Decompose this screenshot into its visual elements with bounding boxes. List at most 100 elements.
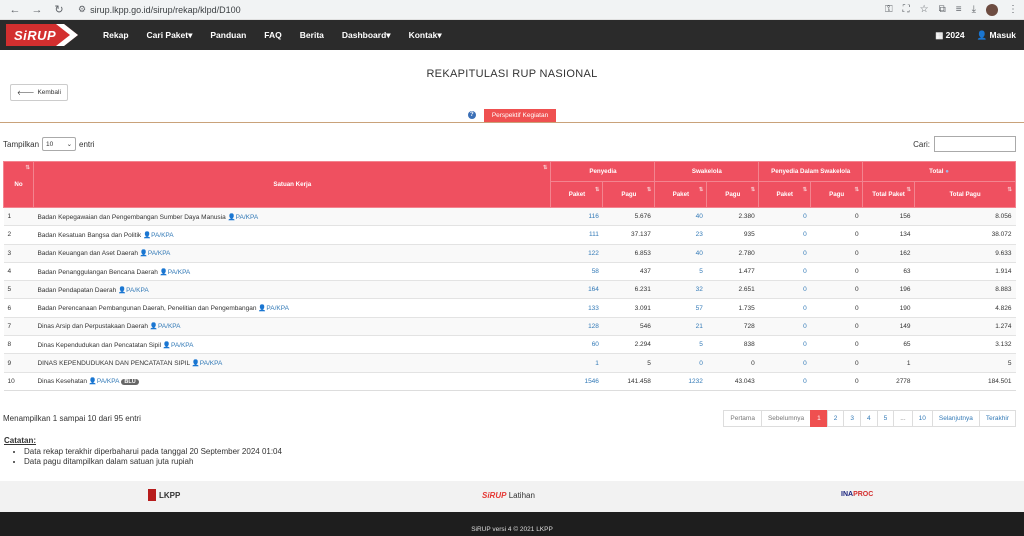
cell-p-paket[interactable]: 1	[550, 353, 603, 373]
cell-p-paket[interactable]: 122	[550, 243, 603, 263]
pa-kpa-link[interactable]: PA/KPA	[97, 378, 120, 385]
cell-p-paket[interactable]: 58	[550, 261, 603, 281]
site-info-icon[interactable]: ⚙	[78, 4, 86, 15]
page-link[interactable]: 3	[843, 410, 861, 427]
reload-icon[interactable]: ↻	[50, 2, 68, 18]
col-total-paket[interactable]: Total Paket ⇅	[862, 181, 916, 208]
pa-kpa-link[interactable]: PA/KPA	[151, 232, 174, 239]
pa-kpa-link[interactable]: PA/KPA	[171, 342, 194, 349]
cell-s-paket[interactable]: 32	[654, 280, 707, 299]
col-no[interactable]: No ⇅	[3, 161, 34, 208]
page-link[interactable]: Pertama	[723, 410, 762, 427]
address-bar[interactable]: ⚙ sirup.lkpp.go.id/sirup/rekap/klpd/D100	[78, 4, 241, 15]
menu-kontak[interactable]: Kontak▾	[400, 30, 451, 41]
back-arrow-icon[interactable]: ←	[6, 2, 24, 18]
menu-berita[interactable]: Berita	[291, 30, 333, 41]
cell-s-paket[interactable]: 40	[654, 243, 707, 263]
page-link[interactable]: Sebelumnya	[760, 410, 812, 427]
cell-d-paket[interactable]: 0	[758, 206, 811, 226]
length-suffix: entri	[79, 139, 95, 149]
cell-s-paket[interactable]: 5	[654, 335, 707, 354]
tab-perspektif-kegiatan[interactable]: Perspektif Kegiatan	[483, 109, 557, 122]
col-penyedia-paket[interactable]: Paket ⇅	[550, 181, 604, 208]
sirup-logo[interactable]: SiRUP	[6, 24, 78, 46]
cell-p-pagu: 6.231	[602, 280, 655, 299]
sirup-latihan-logo[interactable]: SiRUP Latihan	[482, 491, 535, 500]
pa-kpa-link[interactable]: PA/KPA	[148, 250, 171, 257]
cell-p-paket[interactable]: 116	[550, 206, 603, 226]
pa-kpa-link[interactable]: PA/KPA	[266, 305, 289, 312]
page-link[interactable]: 5	[876, 410, 895, 427]
help-icon[interactable]: ?	[467, 111, 476, 119]
key-icon[interactable]: ⚿	[885, 4, 893, 15]
year-selector[interactable]: ▦ 2024	[935, 30, 964, 41]
cell-d-paket[interactable]: 0	[758, 243, 811, 263]
pa-kpa-link[interactable]: PA/KPA	[236, 214, 259, 221]
extensions-icon[interactable]: ⧉	[939, 4, 946, 15]
cell-d-paket[interactable]: 0	[758, 280, 811, 299]
col-satuan-kerja[interactable]: Satuan Kerja ⇅	[32, 161, 552, 208]
cell-d-paket[interactable]: 0	[758, 371, 811, 391]
cell-p-paket[interactable]: 111	[550, 225, 603, 245]
page-link[interactable]: Selanjutnya	[931, 410, 980, 427]
back-button[interactable]: 🡐 Kembali	[10, 84, 68, 101]
col-penyedia-pagu[interactable]: Pagu ⇅	[602, 181, 656, 208]
cell-s-paket[interactable]: 1232	[654, 371, 707, 391]
cell-s-paket[interactable]: 23	[654, 225, 707, 245]
user-icon: 👤	[118, 286, 127, 294]
satker-name: Badan Perencanaan Pembangunan Daerah, Pe…	[37, 305, 257, 313]
pa-kpa-link[interactable]: PA/KPA	[200, 360, 223, 367]
profile-avatar[interactable]	[986, 3, 998, 16]
info-icon[interactable]: ●	[945, 168, 949, 175]
login-link[interactable]: 👤 Masuk	[977, 30, 1016, 41]
menu-rekap[interactable]: Rekap	[94, 30, 138, 41]
page-link[interactable]: ...	[893, 410, 913, 427]
cell-p-paket[interactable]: 60	[550, 335, 603, 354]
page-link[interactable]: 10	[911, 410, 933, 427]
col-swakelola-paket[interactable]: Paket ⇅	[654, 181, 708, 208]
cell-d-paket[interactable]: 0	[758, 298, 811, 318]
cell-p-paket[interactable]: 128	[550, 316, 603, 336]
entries-select[interactable]: 10 ⌄	[42, 137, 77, 151]
cell-s-paket[interactable]: 40	[654, 206, 707, 226]
cell-s-paket[interactable]: 0	[654, 353, 707, 373]
col-pds-pagu[interactable]: Pagu ⇅	[810, 181, 864, 208]
pa-kpa-link[interactable]: PA/KPA	[168, 269, 191, 276]
sirup-text: SiRUP	[482, 491, 507, 500]
page-link[interactable]: 1	[810, 410, 828, 427]
cell-d-paket[interactable]: 0	[758, 316, 811, 336]
col-pds-paket[interactable]: Paket ⇅	[758, 181, 812, 208]
cell-p-pagu: 6.853	[602, 243, 655, 263]
cell-s-paket[interactable]: 57	[654, 298, 707, 318]
lkpp-logo[interactable]: LKPP	[148, 489, 180, 501]
translate-icon[interactable]: ⛶	[903, 4, 910, 15]
pa-kpa-link[interactable]: PA/KPA	[126, 287, 149, 294]
page-link[interactable]: Terakhir	[978, 410, 1016, 427]
star-icon[interactable]: ☆	[920, 4, 929, 15]
cell-p-paket[interactable]: 164	[550, 280, 603, 299]
download-icon[interactable]: ⤓	[972, 4, 976, 15]
cell-p-paket[interactable]: 133	[550, 298, 603, 318]
menu-panduan[interactable]: Panduan	[201, 30, 255, 41]
cell-d-paket[interactable]: 0	[758, 225, 811, 245]
col-total-pagu[interactable]: Total Pagu ⇅	[914, 181, 1016, 208]
cell-d-paket[interactable]: 0	[758, 335, 811, 354]
search-input[interactable]	[934, 136, 1016, 152]
cell-d-paket[interactable]: 0	[758, 261, 811, 281]
cell-s-paket[interactable]: 21	[654, 316, 707, 336]
kebab-menu-icon[interactable]: ⋮	[1008, 4, 1018, 15]
cell-s-paket[interactable]: 5	[654, 261, 707, 281]
menu-dashboard[interactable]: Dashboard▾	[333, 30, 400, 41]
inaproc-logo[interactable]: INAPROC	[841, 491, 873, 498]
cell-p-paket[interactable]: 1546	[550, 371, 603, 391]
page-link[interactable]: 4	[859, 410, 878, 427]
pa-kpa-link[interactable]: PA/KPA	[158, 323, 181, 330]
col-swakelola-pagu[interactable]: Pagu ⇅	[706, 181, 760, 208]
media-icon[interactable]: ≡	[956, 4, 962, 15]
forward-arrow-icon[interactable]: →	[28, 2, 46, 18]
menu-faq[interactable]: FAQ	[255, 30, 290, 41]
page-link[interactable]: 2	[826, 410, 845, 427]
menu-cari-paket[interactable]: Cari Paket▾	[138, 30, 202, 41]
cell-d-paket[interactable]: 0	[758, 353, 811, 373]
user-icon: 👤	[159, 268, 168, 276]
